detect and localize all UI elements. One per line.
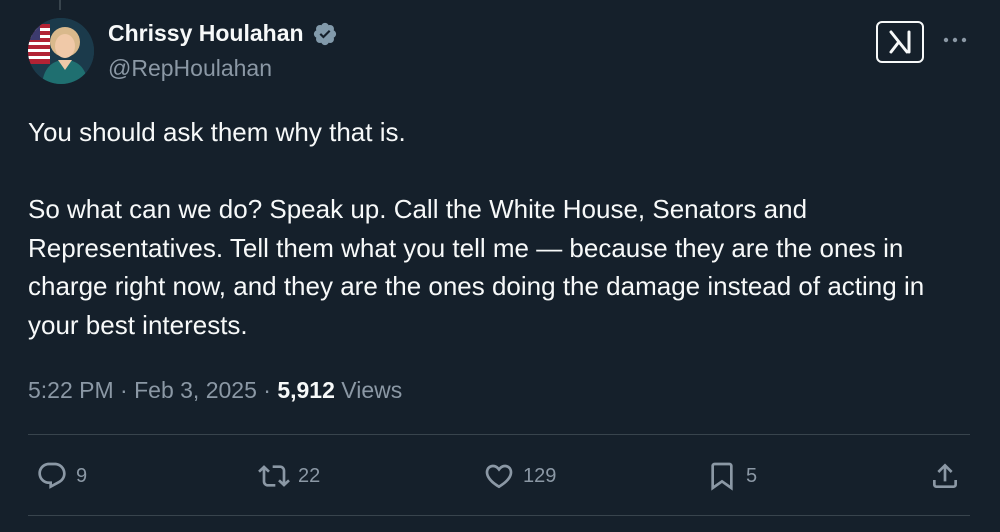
- repost-count: 22: [298, 464, 321, 487]
- tweet-paragraph: So what can we do? Speak up. Call the Wh…: [28, 194, 925, 340]
- like-count: 129: [523, 464, 557, 487]
- views-count: 5,912: [277, 377, 335, 403]
- tweet-text: You should ask them why that is. So what…: [28, 113, 968, 344]
- divider: [28, 515, 970, 516]
- more-button[interactable]: [940, 30, 970, 50]
- tweet-time[interactable]: 5:22 PM: [28, 377, 114, 403]
- reply-button[interactable]: 9: [36, 458, 87, 494]
- reply-count: 9: [76, 464, 88, 487]
- share-button[interactable]: [929, 458, 961, 494]
- meta-separator: ·: [263, 377, 271, 403]
- like-icon: [485, 464, 513, 489]
- bookmark-count: 5: [746, 464, 758, 487]
- like-button[interactable]: 129: [483, 458, 556, 494]
- bookmark-icon: [711, 462, 733, 491]
- tweet-meta: 5:22 PM · Feb 3, 2025 · 5,912 Views: [28, 377, 402, 404]
- verified-badge-icon: [312, 21, 338, 47]
- avatar[interactable]: [28, 18, 94, 84]
- grok-button[interactable]: [876, 21, 924, 63]
- bookmark-button[interactable]: 5: [706, 458, 757, 494]
- author-handle[interactable]: @RepHoulahan: [108, 55, 272, 82]
- author-name[interactable]: Chrissy Houlahan: [108, 20, 304, 47]
- divider: [28, 434, 970, 435]
- meta-separator: ·: [120, 377, 128, 403]
- views-label: Views: [341, 377, 403, 403]
- repost-icon: [258, 465, 290, 487]
- grok-icon: [889, 30, 911, 54]
- tweet-paragraph: You should ask them why that is.: [28, 117, 406, 147]
- avatar-image: [28, 18, 94, 84]
- share-icon: [933, 463, 957, 488]
- tweet-date[interactable]: Feb 3, 2025: [134, 377, 257, 403]
- author-name-row[interactable]: Chrissy Houlahan: [108, 20, 338, 47]
- thread-line: [59, 0, 61, 10]
- repost-button[interactable]: 22: [258, 458, 320, 494]
- more-icon: [943, 37, 967, 43]
- reply-icon: [38, 462, 66, 489]
